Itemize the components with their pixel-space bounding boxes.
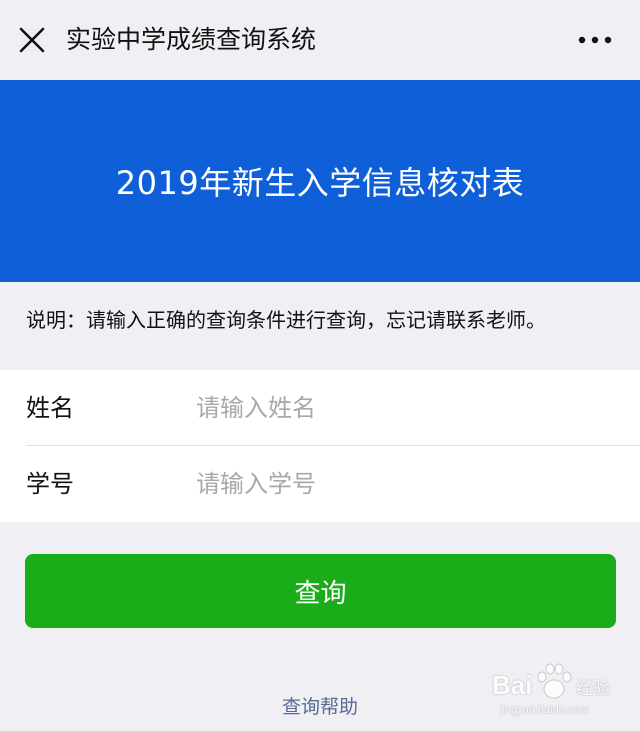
watermark-suffix: 经验 (576, 679, 610, 699)
more-button[interactable] (578, 30, 612, 50)
watermark-url: jingyan.baidu.com (500, 704, 589, 716)
name-input[interactable] (196, 384, 616, 432)
baidu-jingyan-watermark: Bai 经验 jingyan.baidu.com (492, 662, 632, 724)
form-row-student-id: 学号 (0, 446, 640, 522)
close-button[interactable] (18, 26, 46, 54)
name-label: 姓名 (26, 394, 74, 422)
form-row-name: 姓名 (0, 370, 640, 446)
more-dots-icon (578, 36, 612, 44)
query-form: 姓名 学号 (0, 370, 640, 522)
baidu-paw-icon (537, 663, 572, 699)
close-icon (19, 27, 45, 53)
student-id-input[interactable] (196, 460, 616, 508)
banner: 2019年新生入学信息核对表 (0, 80, 640, 282)
student-id-label: 学号 (26, 470, 74, 498)
query-button[interactable]: 查询 (25, 554, 616, 628)
page-title: 实验中学成绩查询系统 (66, 25, 317, 54)
top-nav-bar: 实验中学成绩查询系统 (0, 0, 640, 80)
instruction-text: 说明：请输入正确的查询条件进行查询，忘记请联系老师。 (26, 308, 546, 332)
banner-title: 2019年新生入学信息核对表 (115, 164, 525, 202)
watermark-brand: Bai (492, 670, 533, 700)
